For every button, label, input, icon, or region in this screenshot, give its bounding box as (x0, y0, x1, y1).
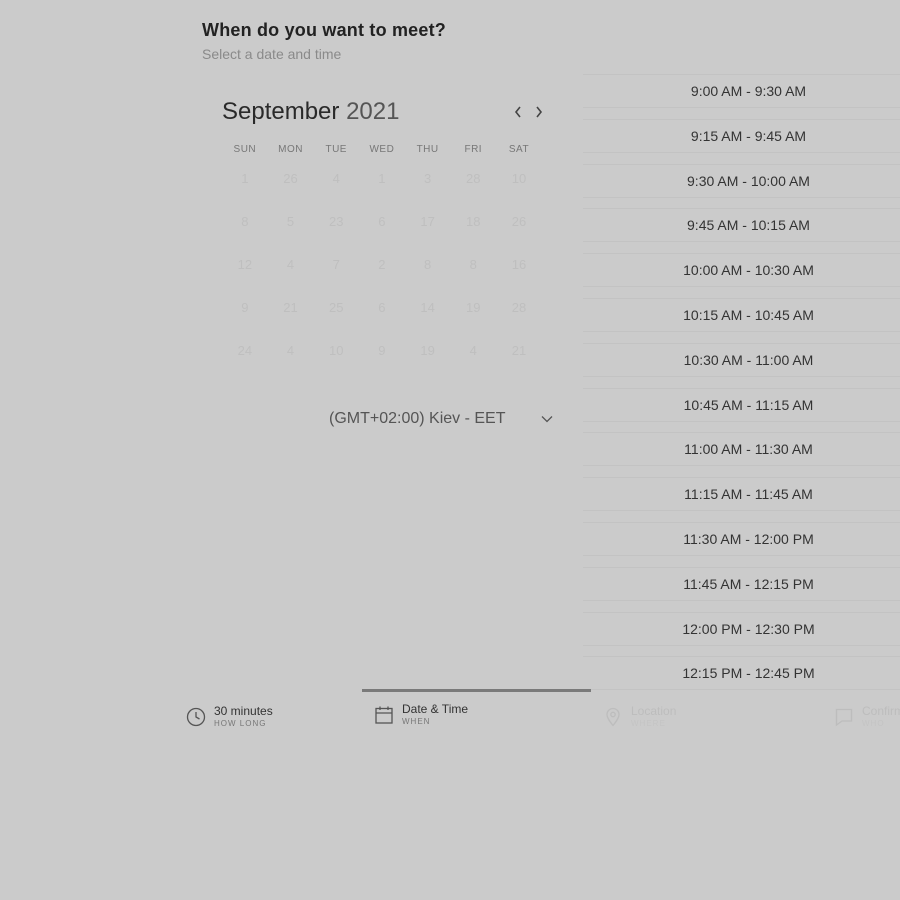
calendar-day: 28 (466, 171, 481, 186)
active-step-underline (362, 689, 591, 692)
chat-icon (835, 708, 853, 727)
step-date-time-label: Date & Time (402, 702, 469, 716)
calendar-day: 28 (511, 300, 527, 315)
calendar-day: 9 (378, 343, 386, 358)
time-slot[interactable]: 10:45 AM - 11:15 AM (583, 388, 900, 422)
time-slot[interactable]: 11:30 AM - 12:00 PM (583, 522, 900, 556)
calendar-day: 4 (286, 257, 295, 272)
calendar-week-row: 9 21 25 6 14 19 28 (222, 300, 542, 315)
calendar-year: 2021 (346, 98, 400, 125)
calendar-icon (375, 706, 393, 724)
calendar-day: 12 (237, 257, 253, 272)
calendar-day: 6 (378, 300, 386, 315)
clock-icon (186, 707, 206, 727)
weekday-wed: WED (369, 144, 395, 155)
step-location-label: Location (631, 704, 677, 718)
weekday-sat: SAT (508, 144, 530, 155)
calendar-day: 4 (332, 171, 340, 186)
calendar-day: 9 (241, 300, 249, 315)
calendar-day: 7 (332, 257, 340, 272)
weekday-sun: SUN (233, 144, 257, 155)
weekday-mon: MON (278, 144, 303, 155)
calendar-day: 4 (469, 343, 477, 358)
calendar-day: 19 (466, 300, 481, 315)
next-month-button[interactable] (530, 100, 548, 124)
time-slot[interactable]: 12:15 PM - 12:45 PM (583, 656, 900, 690)
calendar-day: 19 (420, 343, 435, 358)
prev-month-button[interactable] (509, 100, 527, 124)
calendar-month-heading: September 2021 (222, 98, 399, 126)
time-slot[interactable]: 9:00 AM - 9:30 AM (583, 74, 900, 108)
chevron-left-icon (514, 106, 521, 118)
calendar-day: 8 (423, 257, 432, 272)
calendar-day: 18 (466, 214, 481, 229)
calendar-week-row: 1 26 4 1 3 28 10 (222, 171, 542, 186)
location-pin-icon (606, 707, 620, 727)
calendar-day: 24 (237, 343, 253, 358)
time-slot[interactable]: 10:00 AM - 10:30 AM (583, 253, 900, 287)
calendar-day: 4 (286, 343, 295, 358)
step-duration-sub: HOW LONG (214, 719, 267, 728)
calendar-day: 23 (328, 214, 344, 229)
step-confirm-label: Confirm (862, 704, 900, 718)
time-slot[interactable]: 10:15 AM - 10:45 AM (583, 298, 900, 332)
time-slot[interactable]: 9:15 AM - 9:45 AM (583, 119, 900, 153)
calendar-day: 6 (378, 214, 386, 229)
calendar-day: 10 (328, 343, 344, 358)
time-slot[interactable]: 11:15 AM - 11:45 AM (583, 477, 900, 511)
calendar-day: 1 (378, 171, 386, 186)
calendar-week-row: 8 5 23 6 17 18 26 (222, 214, 542, 229)
calendar-weekday-header: SUN MON TUE WED THU FRI SAT (222, 144, 542, 155)
page-title: When do you want to meet? (202, 20, 446, 40)
step-duration-label: 30 minutes (214, 704, 273, 718)
chevron-right-icon (536, 106, 543, 118)
calendar-day: 1 (241, 171, 249, 186)
timezone-label: (GMT+02:00) Kiev - EET (329, 410, 506, 427)
timezone-select[interactable]: (GMT+02:00) Kiev - EET (329, 408, 559, 430)
calendar-day: 21 (283, 300, 298, 315)
calendar-day: 17 (420, 214, 435, 229)
calendar-day: 26 (511, 214, 527, 229)
step-date-time-sub: WHEN (402, 717, 431, 726)
calendar-day: 14 (420, 300, 435, 315)
calendar-day: 21 (511, 343, 527, 358)
time-slot[interactable]: 11:00 AM - 11:30 AM (583, 432, 900, 466)
calendar-day: 2 (378, 257, 386, 272)
calendar-month-name: September (222, 98, 340, 125)
step-confirm-sub: WHO (862, 719, 885, 728)
step-duration[interactable]: 30 minutes HOW LONG (186, 704, 273, 730)
calendar-day: 8 (241, 214, 249, 229)
calendar-week-row: 12 4 7 2 8 8 16 (222, 257, 542, 272)
calendar-week-row: 24 4 10 9 19 4 21 (222, 343, 542, 358)
chevron-down-icon (541, 416, 553, 423)
time-slot[interactable]: 12:00 PM - 12:30 PM (583, 612, 900, 646)
calendar-day: 16 (511, 257, 527, 272)
time-slot[interactable]: 11:45 AM - 12:15 PM (583, 567, 900, 601)
time-slot[interactable]: 10:30 AM - 11:00 AM (583, 343, 900, 377)
weekday-fri: FRI (464, 144, 483, 155)
weekday-tue: TUE (325, 144, 347, 155)
step-location[interactable]: Location WHERE (603, 704, 676, 730)
calendar-day: 25 (328, 300, 344, 315)
time-slot[interactable]: 9:30 AM - 10:00 AM (583, 164, 900, 198)
calendar-day: 26 (283, 171, 298, 186)
step-location-sub: WHERE (631, 719, 666, 728)
step-date-time[interactable]: Date & Time WHEN (374, 702, 468, 728)
weekday-thu: THU (416, 144, 439, 155)
step-confirm[interactable]: Confirm WHO (834, 704, 900, 730)
calendar-day: 8 (469, 257, 477, 272)
calendar-day: 3 (423, 171, 432, 186)
calendar-day: 5 (286, 214, 295, 229)
page-subtitle: Select a date and time (202, 46, 342, 62)
time-slot[interactable]: 9:45 AM - 10:15 AM (583, 208, 900, 242)
calendar-day: 10 (511, 171, 527, 186)
